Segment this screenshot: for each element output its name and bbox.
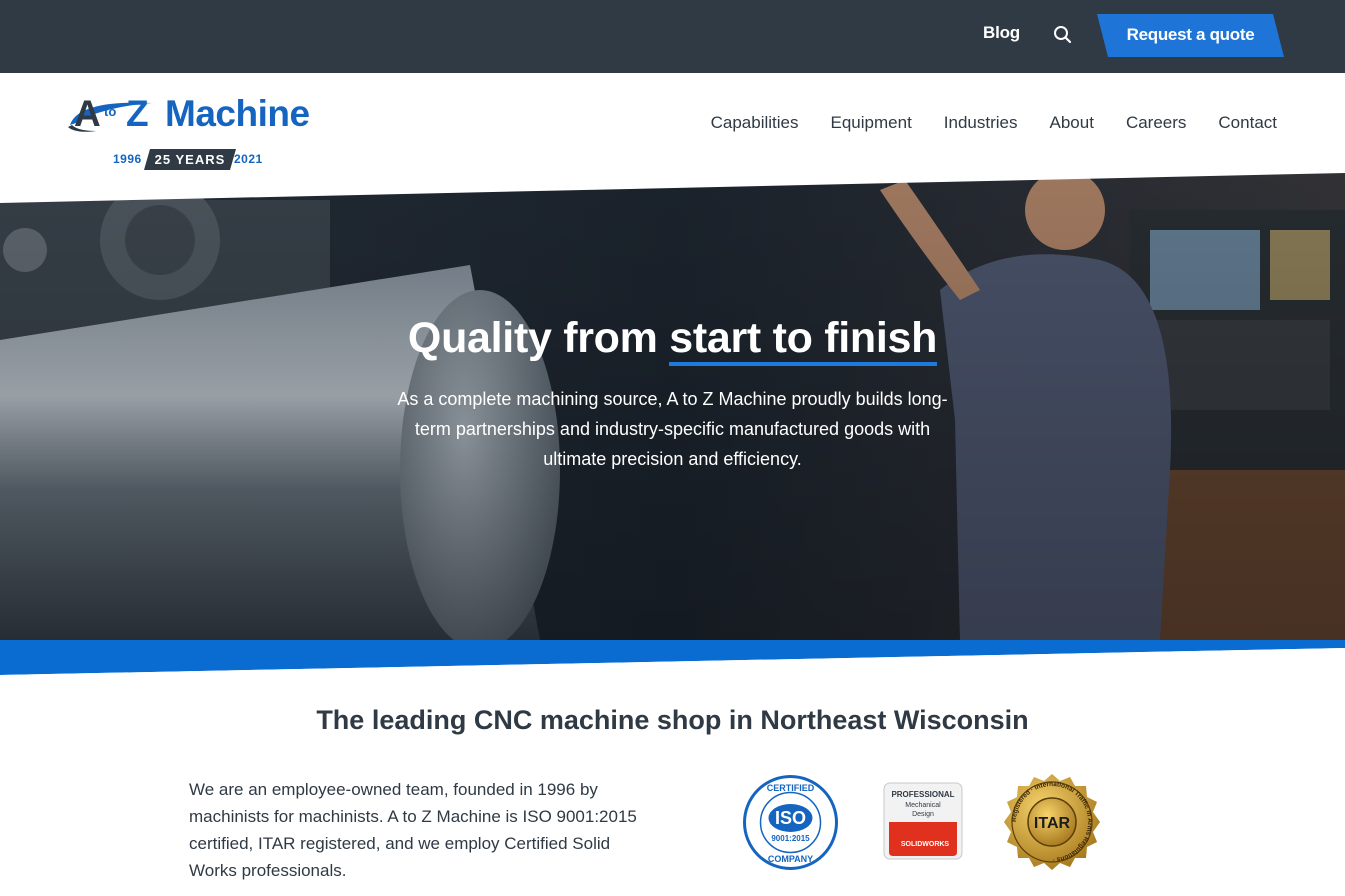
logo-anniversary-badge: 25 YEARS: [144, 149, 236, 170]
logo-badge-text: 25 YEARS: [154, 152, 226, 167]
solidworks-line1: PROFESSIONAL: [891, 790, 954, 799]
logo-letter-a: A: [74, 93, 101, 134]
logo-year-start: 1996: [113, 152, 142, 166]
section-title: The leading CNC machine shop in Northeas…: [316, 705, 1029, 735]
nav-careers[interactable]: Careers: [1126, 113, 1186, 133]
hero-title: Quality from start to finish: [0, 314, 1345, 366]
iso-center-text: ISO: [775, 808, 806, 828]
hero-title-accent: start to finish: [669, 314, 937, 366]
logo-year-end: 2021: [234, 152, 263, 166]
hero-title-plain: Quality from: [407, 314, 670, 362]
logo-letter-z: Z: [126, 93, 149, 134]
iso-top-text: CERTIFIED: [767, 783, 815, 793]
solidworks-line3: Design: [912, 811, 934, 818]
itar-center-text: ITAR: [1034, 815, 1071, 832]
nav-about[interactable]: About: [1050, 113, 1094, 133]
nav-industries[interactable]: Industries: [944, 113, 1018, 133]
nav-equipment[interactable]: Equipment: [831, 113, 912, 133]
blog-link[interactable]: Blog: [983, 23, 1020, 43]
request-quote-label: Request a quote: [1126, 25, 1255, 44]
main-nav: Capabilities Equipment Industries About …: [679, 113, 1277, 133]
iso-certification-badge: CERTIFIED ISO 9001:2015 COMPANY: [742, 774, 839, 871]
nav-contact[interactable]: Contact: [1218, 113, 1277, 133]
solidworks-brand: SOLIDWORKS: [901, 841, 950, 848]
solidworks-certification-badge: PROFESSIONAL Mechanical Design SOLIDWORK…: [883, 782, 963, 860]
solidworks-line2: Mechanical: [905, 802, 941, 809]
search-icon[interactable]: [1050, 22, 1076, 48]
iso-number-text: 9001:2015: [771, 834, 810, 843]
site-header: A to Z Machine 1996 25 YEARS 2021 Capabi…: [0, 73, 1345, 183]
iso-bottom-text: COMPANY: [768, 854, 813, 864]
site-logo[interactable]: A to Z Machine 1996 25 YEARS 2021: [66, 87, 316, 170]
hero-banner: Quality from start to finish As a comple…: [0, 170, 1345, 680]
nav-capabilities[interactable]: Capabilities: [711, 113, 799, 133]
hero-subtitle: As a complete machining source, A to Z M…: [397, 389, 948, 469]
logo-letter-to: to: [104, 104, 117, 119]
request-quote-button[interactable]: Request a quote: [1097, 14, 1284, 57]
intro-paragraph: We are an employee-owned team, founded i…: [189, 780, 637, 880]
logo-machine: Machine: [165, 93, 310, 134]
utility-bar: Blog Request a quote: [0, 0, 1345, 73]
itar-registration-seal: Registered · International Traffic in Ar…: [1002, 772, 1102, 872]
